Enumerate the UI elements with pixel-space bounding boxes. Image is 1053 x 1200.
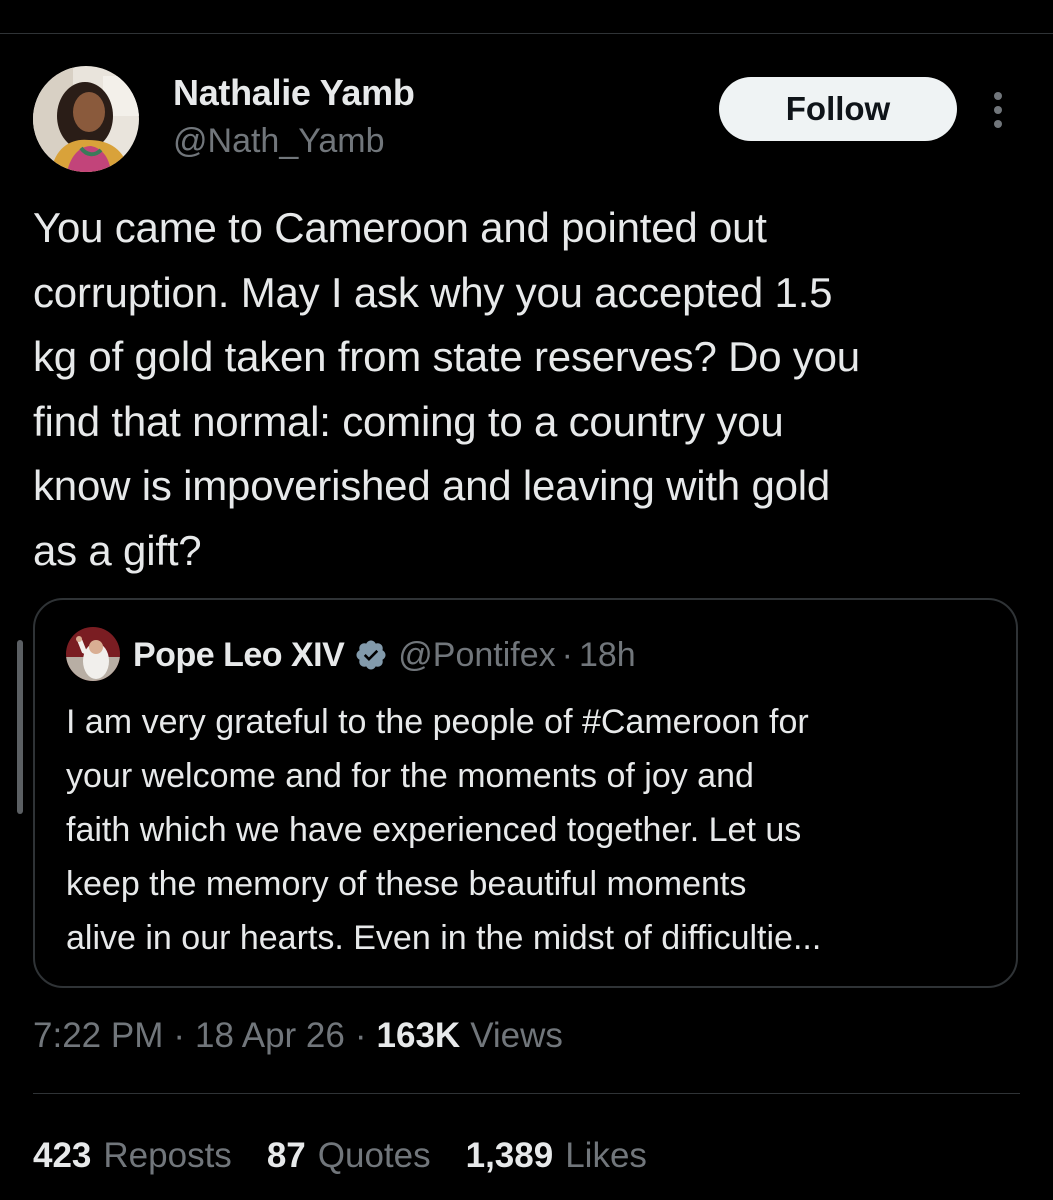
scroll-indicator[interactable] [17, 640, 23, 814]
quote-header: Pope Leo XIV @Pontifex · 18h [133, 632, 636, 678]
quoted-tweet-card[interactable]: Pope Leo XIV @Pontifex · 18h I am very g… [33, 598, 1018, 988]
quotes-stat[interactable]: 87 Quotes [267, 1136, 431, 1176]
author-avatar[interactable] [33, 66, 139, 172]
quote-author-handle[interactable]: @Pontifex [398, 636, 555, 675]
meta-separator: · [354, 1016, 367, 1055]
follow-button[interactable]: Follow [719, 77, 957, 141]
reposts-count: 423 [33, 1136, 92, 1175]
quote-timestamp[interactable]: 18h [579, 636, 636, 675]
views-label: Views [470, 1016, 563, 1055]
author-avatar-image [33, 66, 139, 172]
more-vertical-icon [994, 92, 1002, 128]
tweet-date[interactable]: 18 Apr 26 [195, 1016, 345, 1056]
quotes-label: Quotes [317, 1136, 431, 1175]
verified-badge-icon [356, 640, 386, 670]
quote-separator: · [561, 635, 573, 674]
more-options-button[interactable] [984, 88, 1012, 132]
reposts-label: Reposts [103, 1136, 232, 1175]
quote-author-name[interactable]: Pope Leo XIV [133, 636, 345, 675]
likes-stat[interactable]: 1,389 Likes [466, 1136, 647, 1176]
quote-author-avatar[interactable] [66, 627, 120, 681]
likes-label: Likes [565, 1136, 647, 1175]
author-name[interactable]: Nathalie Yamb [173, 72, 415, 114]
views-count: 163K [376, 1016, 461, 1055]
reposts-stat[interactable]: 423 Reposts [33, 1136, 232, 1176]
tweet-meta: 7:22 PM · 18 Apr 26 · 163K Views [33, 1012, 563, 1060]
meta-separator: · [173, 1016, 186, 1055]
tweet-text: You came to Cameroon and pointed out cor… [33, 204, 860, 574]
quote-author-avatar-image [66, 627, 120, 681]
tweet-time[interactable]: 7:22 PM [33, 1016, 163, 1056]
quote-text: I am very grateful to the people of #Cam… [66, 703, 822, 957]
top-divider [0, 33, 1053, 34]
stats-divider [33, 1093, 1020, 1094]
author-handle[interactable]: @Nath_Yamb [173, 122, 385, 161]
engagement-stats: 423 Reposts 87 Quotes 1,389 Likes [33, 1131, 682, 1181]
quotes-count: 87 [266, 1136, 306, 1175]
likes-count: 1,389 [465, 1136, 554, 1175]
